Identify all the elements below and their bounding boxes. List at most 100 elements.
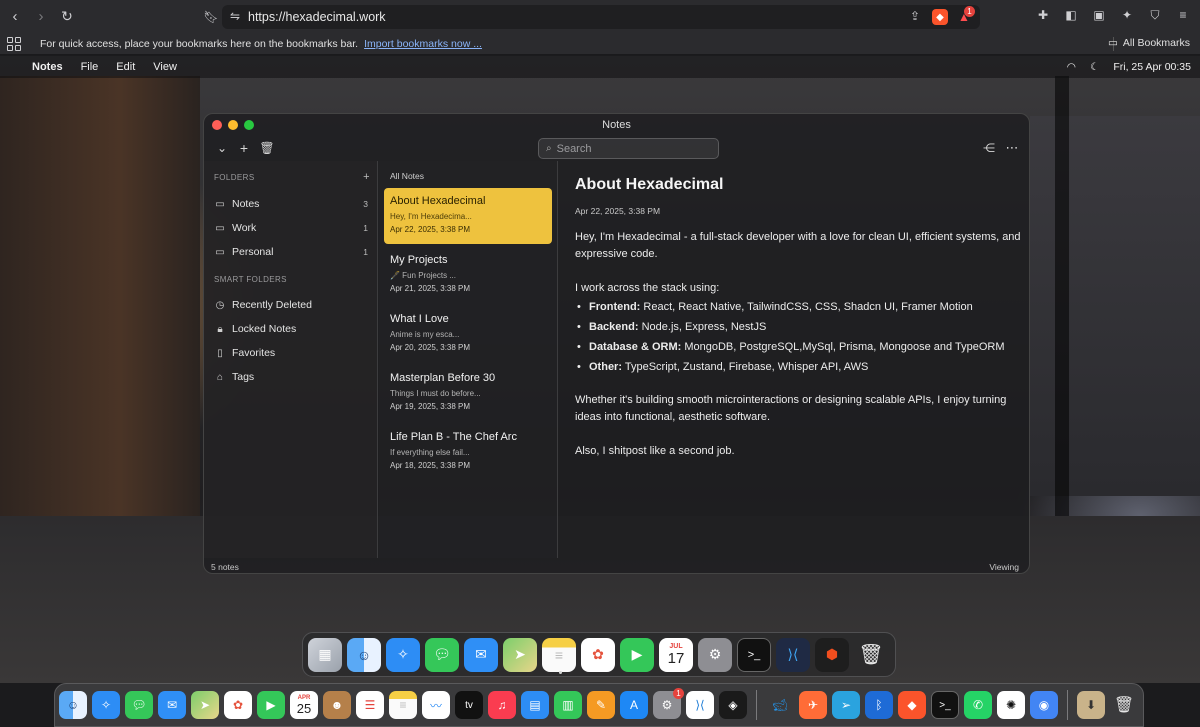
messages-icon[interactable]: 💬︎ <box>425 637 459 672</box>
note-preview: Hey, I'm Hexadecima... <box>390 212 472 221</box>
brave-icon[interactable]: ◆ <box>898 691 926 719</box>
vscode-icon[interactable]: ⟩⟨ <box>776 637 810 672</box>
sidebar-item-personal[interactable]: ▭ Personal 1 <box>214 243 368 261</box>
terminal-icon[interactable]: >_ <box>737 637 771 672</box>
postman-icon[interactable]: ✈ <box>799 691 827 719</box>
vscode-icon[interactable]: ⟩⟨ <box>686 691 714 719</box>
sidebar-item-recently-deleted[interactable]: ◷ Recently Deleted <box>214 296 368 314</box>
chrome-icon[interactable]: ◉ <box>1030 691 1058 719</box>
extensions-icon[interactable]: ✚ <box>1034 6 1052 24</box>
note-title: Life Plan B - The Chef Arc <box>390 431 517 443</box>
notes-window: Notes ⌄ + 🗑︎ ⌕ Search ⋲ ⋯ FOLDERS + ▭ No… <box>203 113 1030 574</box>
leo-ai-icon[interactable]: ✦ <box>1118 6 1136 24</box>
minimize-button[interactable] <box>228 120 238 130</box>
sidebar-item-favorites[interactable]: ▯ Favorites <box>214 344 368 362</box>
list-item[interactable]: My Projects 🖋️ Fun Projects ... Apr 21, … <box>384 247 552 303</box>
view-mode[interactable]: Viewing <box>989 562 1019 572</box>
add-folder-button[interactable]: + <box>363 171 370 183</box>
bookmark-page-icon[interactable]: 🔖︎ <box>200 6 222 28</box>
photos-icon[interactable]: ✿ <box>581 637 615 672</box>
telegram-icon[interactable]: ➢ <box>832 691 860 719</box>
maps-icon[interactable]: ➤ <box>503 637 537 672</box>
safari-icon[interactable]: ✧ <box>92 691 120 719</box>
menubar-clock[interactable]: Fri, 25 Apr 00:35 <box>1113 61 1191 73</box>
finder-icon[interactable]: ☺ <box>347 637 381 672</box>
share-icon[interactable]: ⇪ <box>910 9 920 23</box>
apps-grid-icon[interactable] <box>7 36 21 51</box>
launchpad-icon[interactable]: ▦ <box>308 637 342 672</box>
facetime-icon[interactable]: ▶ <box>257 691 285 719</box>
finder-icon[interactable]: ☺ <box>59 691 87 719</box>
sidebar-toggle-icon[interactable]: ◧ <box>1062 6 1080 24</box>
pages-icon[interactable]: ✎ <box>587 691 615 719</box>
docker-icon[interactable]: 🐋︎ <box>766 691 794 719</box>
close-button[interactable] <box>212 120 222 130</box>
facetime-icon[interactable]: ▶ <box>620 637 654 672</box>
list-item[interactable]: About Hexadecimal Hey, I'm Hexadecima...… <box>384 188 552 244</box>
all-bookmarks-button[interactable]: ▭ All Bookmarks <box>1108 37 1190 49</box>
share-icon[interactable]: ⋲ <box>980 139 998 157</box>
whatsapp-icon[interactable]: ✆ <box>964 691 992 719</box>
notes-icon[interactable]: ≡ <box>542 637 576 672</box>
calendar-icon[interactable]: APR 25 <box>290 691 318 719</box>
wifi-icon[interactable]: ◠ <box>1067 61 1076 73</box>
menu-icon[interactable]: ≡ <box>1174 6 1192 24</box>
trash-icon[interactable]: 🗑︎ <box>1110 691 1138 719</box>
vpn-icon[interactable]: ⛉ <box>1146 6 1164 24</box>
freeform-icon[interactable]: 〰 <box>422 691 450 719</box>
trash-icon[interactable]: 🗑︎ <box>854 638 888 672</box>
music-icon[interactable]: ♫ <box>488 691 516 719</box>
tv-icon[interactable]: tv <box>455 691 483 719</box>
menu-view[interactable]: View <box>153 61 177 73</box>
import-bookmarks-link[interactable]: Import bookmarks now ... <box>364 38 482 50</box>
maps-icon[interactable]: ➤ <box>191 691 219 719</box>
new-note-button[interactable]: + <box>235 139 253 157</box>
trash-icon[interactable]: 🗑︎ <box>258 139 276 157</box>
dark-mode-icon[interactable]: ☾ <box>1090 61 1099 73</box>
menu-file[interactable]: File <box>81 61 99 73</box>
app-menu[interactable]: Notes <box>32 61 63 73</box>
sidebar-item-notes[interactable]: ▭ Notes 3 <box>214 195 368 213</box>
reminders-icon[interactable]: ☰ <box>356 691 384 719</box>
settings-icon[interactable]: ⚙ 1 <box>653 688 684 719</box>
list-item[interactable]: What I Love Anime is my esca... Apr 20, … <box>384 306 552 362</box>
sidebar-item-work[interactable]: ▭ Work 1 <box>214 219 368 237</box>
sidebar-item-tags[interactable]: ⌂ Tags <box>214 368 368 386</box>
list-item[interactable]: Life Plan B - The Chef Arc If everything… <box>384 424 552 480</box>
chevron-down-icon[interactable]: ⌄ <box>213 139 231 157</box>
list-item[interactable]: Masterplan Before 30 Things I must do be… <box>384 365 552 421</box>
zoom-button[interactable] <box>244 120 254 130</box>
mail-icon[interactable]: ✉ <box>158 691 186 719</box>
chatgpt-icon[interactable]: ✺ <box>997 691 1025 719</box>
more-options-icon[interactable]: ⋯ <box>1003 139 1021 157</box>
numbers-icon[interactable]: ▥ <box>554 691 582 719</box>
search-input[interactable]: ⌕ Search <box>538 138 719 159</box>
brave-shields-icon[interactable]: ◆ <box>932 9 948 25</box>
mail-icon[interactable]: ✉ <box>464 637 498 672</box>
terminal-icon[interactable]: >_ <box>931 691 959 719</box>
forward-icon[interactable]: › <box>30 6 52 28</box>
settings-icon[interactable]: ⚙ <box>698 637 732 672</box>
folder-icon: ▭ <box>215 198 225 210</box>
back-icon[interactable]: ‹ <box>4 6 26 28</box>
keynote-icon[interactable]: ▤ <box>521 691 549 719</box>
messages-icon[interactable]: 💬︎ <box>125 691 153 719</box>
bluetooth-icon[interactable]: ᛒ <box>865 691 893 719</box>
cube-app-icon[interactable]: ◈ <box>719 691 747 719</box>
reload-icon[interactable]: ↻ <box>56 6 78 28</box>
menu-edit[interactable]: Edit <box>116 61 135 73</box>
downloads-icon[interactable]: ⬇ <box>1077 691 1105 719</box>
calendar-icon[interactable]: JUL 17 <box>659 637 693 672</box>
notes-icon[interactable]: ≡ <box>389 691 417 719</box>
sidebar-item-locked-notes[interactable]: 🔒︎ Locked Notes <box>214 320 368 338</box>
contacts-icon[interactable]: ☻ <box>323 691 351 719</box>
note-editor[interactable]: About Hexadecimal Apr 22, 2025, 3:38 PM … <box>575 176 1025 556</box>
photos-icon[interactable]: ✿ <box>224 691 252 719</box>
address-bar[interactable]: ⇋ https://hexadecimal.work ⇪ ◆ ▲ 1 <box>222 5 980 29</box>
app-store-icon[interactable]: A <box>620 691 648 719</box>
wallet-icon[interactable]: ▣ <box>1090 6 1108 24</box>
safari-icon[interactable]: ✧ <box>386 637 420 672</box>
note-title: My Projects <box>390 254 448 266</box>
site-settings-icon[interactable]: ⇋ <box>230 9 240 23</box>
figma-icon[interactable]: ⬢ <box>815 637 849 672</box>
